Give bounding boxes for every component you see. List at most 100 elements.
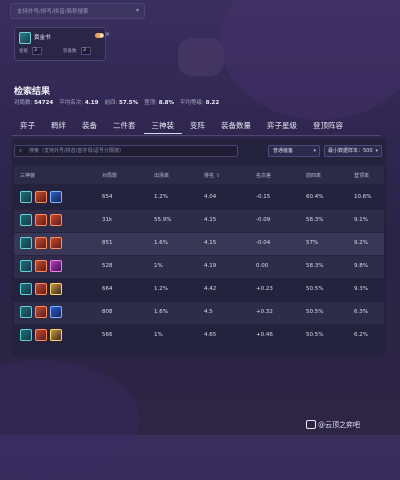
tab-2[interactable]: 装备 xyxy=(74,118,105,134)
stat-label: 前四: xyxy=(104,100,118,106)
item-icon[interactable] xyxy=(50,260,62,272)
star-level-select[interactable]: 3 xyxy=(32,47,42,55)
table-cell-games: 566 xyxy=(102,332,113,338)
table-cell-win: 9.3% xyxy=(354,286,368,292)
logo-icon xyxy=(178,38,224,76)
item-icon[interactable] xyxy=(20,329,32,341)
table-row[interactable]: 808 1.6% 4.5 +0.32 50.5% 6.3% xyxy=(14,302,384,324)
watermark: @云顶之弈吧 xyxy=(318,421,360,429)
stat-value: 54724 xyxy=(34,100,54,106)
search-placeholder: 搜索（支持外号/拼音/首字母/逗号分隔搜） xyxy=(29,148,125,154)
item-icon[interactable] xyxy=(20,260,32,272)
item-icon[interactable] xyxy=(50,283,62,295)
table-row[interactable]: 851 1.6% 4.15 -0.04 57% 9.2% xyxy=(14,233,384,255)
table-cell-win: 9.8% xyxy=(354,263,368,269)
tab-3[interactable]: 二件套 xyxy=(105,118,144,134)
table-cell-top4: 58.3% xyxy=(306,217,324,223)
stat-item: 平均名次: 4.19 xyxy=(59,100,98,106)
stat-item: 平均等级: 8.22 xyxy=(180,100,219,106)
item-icon[interactable] xyxy=(35,237,47,249)
stat-value: 4.19 xyxy=(84,100,99,106)
table-cell-top4: 60.4% xyxy=(306,194,324,200)
column-header[interactable]: 排名 ⇧ xyxy=(204,172,220,179)
item-icon[interactable] xyxy=(20,191,32,203)
item-icon[interactable] xyxy=(35,306,47,318)
table-cell-win: 6.2% xyxy=(354,332,368,338)
min-sample-value: 最小数据样本：500 xyxy=(328,148,373,154)
champion-name: 黄金书 xyxy=(34,35,51,41)
table-cell-games: 808 xyxy=(102,309,113,315)
table-row[interactable]: 566 1% 4.65 +0.46 50.5% 6.2% xyxy=(14,325,384,347)
chevron-down-icon: ▾ xyxy=(313,148,316,154)
table-cell-rank: 4.04 xyxy=(204,194,217,200)
tab-6[interactable]: 装备数量 xyxy=(213,118,259,134)
table-cell-win: 6.3% xyxy=(354,309,368,315)
item-icon[interactable] xyxy=(20,237,32,249)
item-count-select[interactable]: 3 xyxy=(81,47,91,55)
item-icon[interactable] xyxy=(50,191,62,203)
stat-value: 8.8% xyxy=(158,100,175,106)
chevron-down-icon[interactable]: ▾ xyxy=(136,7,139,14)
tab-0[interactable]: 弈子 xyxy=(12,118,43,134)
item-icon[interactable] xyxy=(20,283,32,295)
stat-item: 对局数: 54724 xyxy=(14,100,53,106)
table-cell-diff: -0.15 xyxy=(256,194,271,200)
item-icon[interactable] xyxy=(35,214,47,226)
item-icon[interactable] xyxy=(35,283,47,295)
table-cell-pick: 1.2% xyxy=(154,194,168,200)
item-icon[interactable] xyxy=(50,306,62,318)
results-title: 检索结果 xyxy=(14,87,51,97)
table-row[interactable]: 654 1.2% 4.04 -0.15 60.4% 10.6% xyxy=(14,187,384,209)
table-cell-games: 528 xyxy=(102,263,113,269)
tab-bar: 弈子 羁绊 装备 二件套 三神装 变阵 装备数量 弈子星级 登顶阵容 xyxy=(12,118,351,134)
search-input[interactable]: ⌕ 搜索（支持外号/拼音/首字母/逗号分隔搜） xyxy=(14,145,238,157)
tab-8[interactable]: 登顶阵容 xyxy=(305,118,351,134)
column-header: 出场率 xyxy=(154,173,170,179)
table-cell-win: 9.2% xyxy=(354,240,368,246)
table-cell-rank: 4.5 xyxy=(204,309,213,315)
item-icon[interactable] xyxy=(20,306,32,318)
item-icon[interactable] xyxy=(50,329,62,341)
item-icon[interactable] xyxy=(35,191,47,203)
table-cell-diff: +0.23 xyxy=(256,286,273,292)
min-sample-select[interactable]: 最小数据样本：500 ▾ xyxy=(324,145,382,157)
table-cell-top4: 50.5% xyxy=(306,332,324,338)
tab-1[interactable]: 羁绊 xyxy=(43,118,74,134)
equip-type-select[interactable]: 普通装备 ▾ xyxy=(268,145,320,157)
table-cell-top4: 50.5% xyxy=(306,309,324,315)
tieba-icon xyxy=(306,420,316,429)
item-count-label: 装备数 xyxy=(63,49,77,54)
table-cell-rank: 4.15 xyxy=(204,217,217,223)
champion-toggle[interactable] xyxy=(95,33,104,38)
star-level-label: 星级 xyxy=(19,49,28,54)
table-cell-games: 851 xyxy=(102,240,113,246)
table-cell-top4: 58.3% xyxy=(306,263,324,269)
tab-7[interactable]: 弈子星级 xyxy=(259,118,305,134)
table-cell-diff: +0.46 xyxy=(256,332,273,338)
column-header: 登顶率 xyxy=(354,173,370,179)
column-header: 三神装 xyxy=(20,173,36,179)
item-icon[interactable] xyxy=(35,260,47,272)
table-row[interactable]: 528 1% 4.19 0.00 58.3% 9.8% xyxy=(14,256,384,278)
table-cell-pick: 1% xyxy=(154,332,163,338)
stat-item: 前四: 57.5% xyxy=(104,100,138,106)
table-cell-games: 664 xyxy=(102,286,113,292)
item-icon[interactable] xyxy=(20,214,32,226)
table-cell-diff: -0.04 xyxy=(256,240,271,246)
item-icon[interactable] xyxy=(50,237,62,249)
search-bar-top[interactable]: 支持外号/拼写/拼音/简称搜索 ▾ xyxy=(10,3,145,19)
item-icon[interactable] xyxy=(50,214,62,226)
close-icon[interactable]: × xyxy=(105,31,110,38)
table-row[interactable]: 664 1.2% 4.42 +0.23 50.5% 9.3% xyxy=(14,279,384,301)
stat-label: 对局数: xyxy=(14,100,33,106)
table-cell-diff: +0.32 xyxy=(256,309,273,315)
search-bar-placeholder: 支持外号/拼写/拼音/简称搜索 xyxy=(17,9,89,15)
stat-label: 平均名次: xyxy=(59,100,84,106)
item-icon[interactable] xyxy=(35,329,47,341)
table-cell-diff: 0.00 xyxy=(256,263,269,269)
champion-filter-card: 黄金书 × 星级 3 装备数 3 xyxy=(14,27,110,61)
stat-label: 登顶: xyxy=(144,100,157,106)
tab-5[interactable]: 变阵 xyxy=(182,118,213,134)
table-row[interactable]: 31k 55.9% 4.15 -0.09 58.3% 9.1% xyxy=(14,210,384,232)
tab-4[interactable]: 三神装 xyxy=(143,118,182,134)
